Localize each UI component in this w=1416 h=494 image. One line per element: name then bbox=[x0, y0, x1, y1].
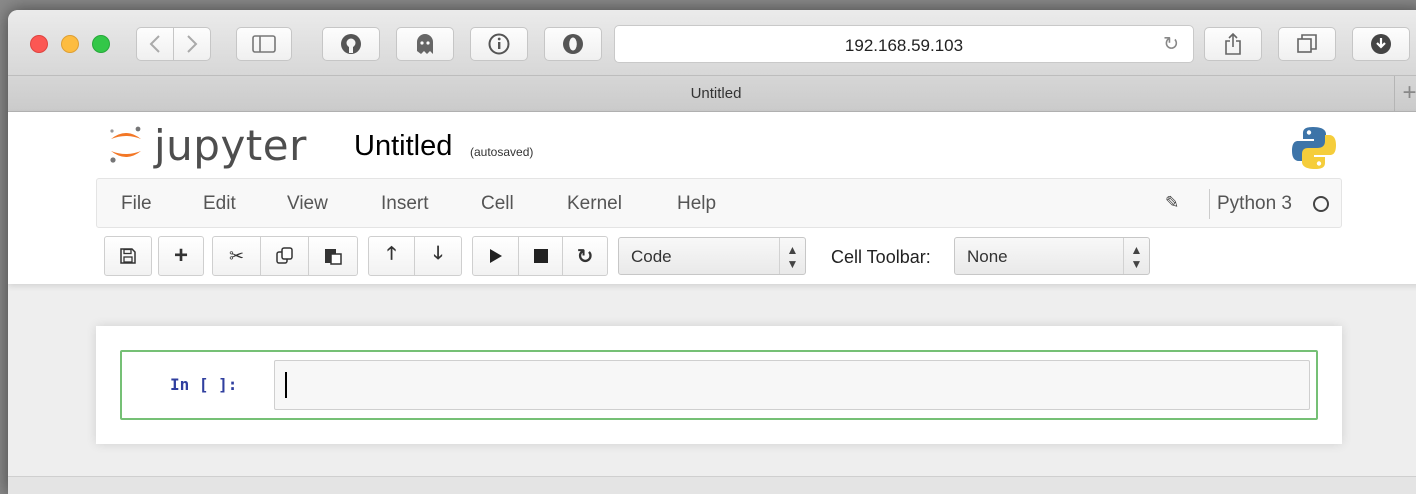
back-button[interactable] bbox=[136, 27, 174, 61]
insert-group: + bbox=[158, 236, 204, 276]
interrupt-kernel-button[interactable] bbox=[519, 237, 563, 275]
ghost-icon bbox=[417, 34, 433, 54]
jupyter-logo-icon bbox=[110, 126, 141, 163]
run-cell-button[interactable] bbox=[473, 237, 519, 275]
cell-type-value: Code bbox=[631, 247, 672, 266]
opera-icon bbox=[563, 34, 583, 54]
arrow-down-icon: 🡓 bbox=[433, 243, 443, 263]
cell-toolbar-label: Cell Toolbar: bbox=[831, 247, 931, 267]
browser-window: 192.168.59.103 ↻ Untitled + jupyter Unti… bbox=[8, 10, 1416, 494]
jupyter-page: jupyter Untitled (autosaved) File Edit V… bbox=[8, 112, 1416, 494]
share-button[interactable] bbox=[1204, 27, 1262, 61]
extension-button-2[interactable] bbox=[396, 27, 454, 61]
stop-icon bbox=[533, 249, 548, 263]
tab-bar: Untitled + bbox=[8, 76, 1416, 112]
share-icon bbox=[1225, 33, 1241, 55]
forward-button[interactable] bbox=[173, 27, 211, 61]
move-down-button[interactable]: 🡓 bbox=[415, 237, 461, 275]
bottom-strip bbox=[8, 476, 1416, 494]
play-icon bbox=[489, 249, 502, 263]
menu-view[interactable]: View bbox=[287, 193, 328, 215]
extension-button-3[interactable] bbox=[470, 27, 528, 61]
notebook-name[interactable]: Untitled bbox=[354, 130, 452, 163]
jupyter-logo-text: jupyter bbox=[154, 120, 307, 170]
browser-toolbar: 192.168.59.103 ↻ bbox=[8, 10, 1416, 76]
maximize-window-button[interactable] bbox=[92, 35, 110, 53]
select-arrows-icon: ▲ ▼ bbox=[779, 238, 805, 274]
cell-type-select[interactable]: Code ▲ ▼ bbox=[618, 237, 806, 275]
close-window-button[interactable] bbox=[30, 35, 48, 53]
cell-toolbar-value: None bbox=[967, 247, 1008, 266]
reload-icon[interactable]: ↻ bbox=[1163, 33, 1179, 56]
save-group bbox=[104, 236, 152, 276]
tabs-icon bbox=[1297, 34, 1317, 53]
menu-file[interactable]: File bbox=[121, 193, 152, 215]
notebook-toolbar: + ✂ 🡑 🡓 ↻ Code ▲ ▼ Cell Toolbar: None ▲ … bbox=[96, 236, 1342, 278]
minimize-window-button[interactable] bbox=[61, 35, 79, 53]
floppy-disk-icon bbox=[120, 248, 136, 264]
code-input[interactable] bbox=[274, 360, 1310, 410]
edit-mode-pencil-icon: ✎ bbox=[1165, 193, 1180, 212]
address-bar[interactable]: 192.168.59.103 ↻ bbox=[614, 25, 1194, 63]
kernel-idle-indicator-icon bbox=[1313, 196, 1329, 212]
paste-button[interactable] bbox=[309, 237, 357, 275]
url-text: 192.168.59.103 bbox=[844, 36, 964, 55]
menu-cell[interactable]: Cell bbox=[481, 193, 514, 215]
text-cursor bbox=[285, 372, 287, 398]
notebook-header: jupyter Untitled (autosaved) File Edit V… bbox=[8, 112, 1416, 284]
sidebar-button[interactable] bbox=[236, 27, 292, 61]
scissors-icon: ✂ bbox=[228, 245, 245, 266]
cell-toolbar-select[interactable]: None ▲ ▼ bbox=[954, 237, 1150, 275]
run-group: ↻ bbox=[472, 236, 608, 276]
tab-untitled[interactable]: Untitled bbox=[8, 85, 1416, 102]
chevron-right-icon bbox=[187, 35, 198, 53]
sidebar-icon bbox=[252, 35, 276, 53]
extension-button-4[interactable] bbox=[544, 27, 602, 61]
move-group: 🡑 🡓 bbox=[368, 236, 462, 276]
new-tab-button[interactable]: + bbox=[1394, 76, 1416, 112]
insert-cell-button[interactable]: + bbox=[159, 237, 203, 275]
chevron-left-icon bbox=[149, 35, 160, 53]
jupyter-logo[interactable]: jupyter bbox=[108, 120, 307, 170]
autosave-status: (autosaved) bbox=[470, 145, 534, 159]
restart-icon: ↻ bbox=[576, 245, 594, 268]
kernel-name[interactable]: Python 3 bbox=[1217, 193, 1292, 215]
download-icon bbox=[1371, 34, 1391, 54]
menu-edit[interactable]: Edit bbox=[203, 193, 236, 215]
menu-bar: File Edit View Insert Cell Kernel Help ✎… bbox=[96, 178, 1342, 228]
show-tabs-button[interactable] bbox=[1278, 27, 1336, 61]
move-up-button[interactable]: 🡑 bbox=[369, 237, 415, 275]
plus-icon: + bbox=[173, 242, 188, 269]
notebook-container: In [ ]: bbox=[96, 326, 1342, 444]
extension-button-1[interactable] bbox=[322, 27, 380, 61]
arrow-up-icon: 🡑 bbox=[386, 243, 397, 263]
copy-button[interactable] bbox=[261, 237, 309, 275]
select-arrows-icon: ▲ ▼ bbox=[1123, 238, 1149, 274]
menu-help[interactable]: Help bbox=[677, 193, 716, 215]
info-icon bbox=[488, 33, 510, 55]
python-logo-icon bbox=[1292, 127, 1336, 169]
copy-icon bbox=[275, 247, 293, 264]
downloads-button[interactable] bbox=[1352, 27, 1410, 61]
cut-button[interactable]: ✂ bbox=[213, 237, 261, 275]
menu-kernel[interactable]: Kernel bbox=[567, 193, 622, 215]
clipboard-group: ✂ bbox=[212, 236, 358, 276]
restart-kernel-button[interactable]: ↻ bbox=[563, 237, 607, 275]
paste-icon bbox=[325, 249, 342, 265]
code-cell[interactable]: In [ ]: bbox=[120, 350, 1318, 420]
input-prompt: In [ ]: bbox=[170, 375, 238, 394]
menu-insert[interactable]: Insert bbox=[381, 193, 429, 215]
save-button[interactable] bbox=[105, 237, 151, 275]
kernel-separator bbox=[1209, 189, 1210, 219]
github-icon bbox=[341, 34, 361, 54]
